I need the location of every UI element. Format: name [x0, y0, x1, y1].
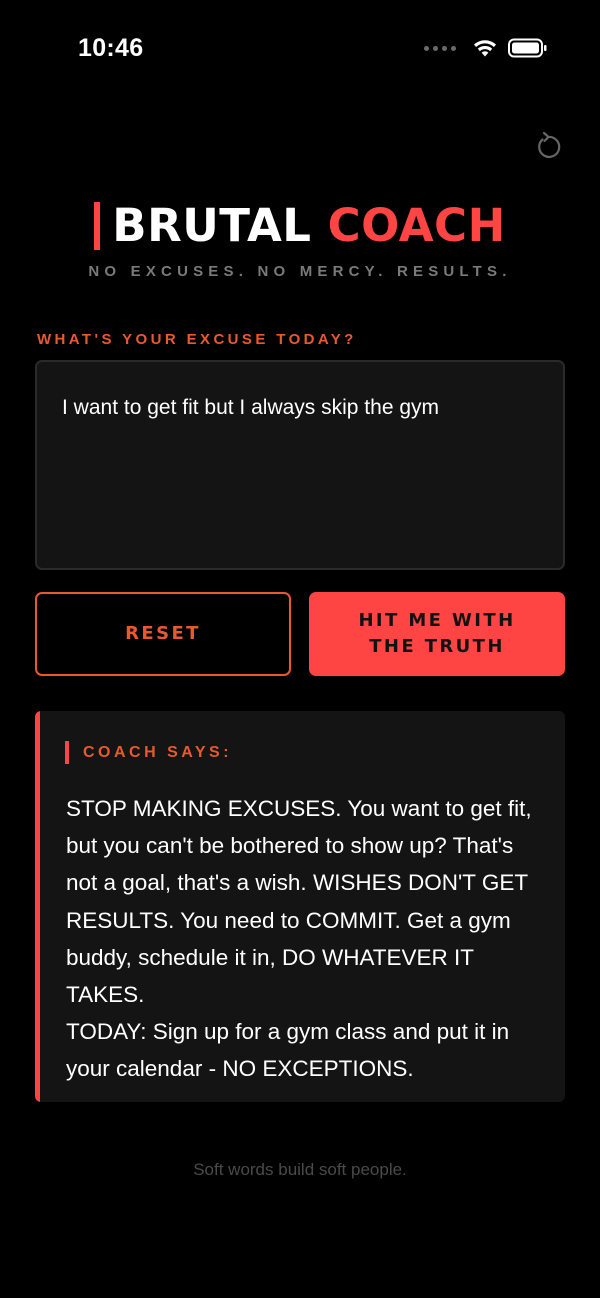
reset-button[interactable]: RESET: [35, 592, 291, 676]
refresh-button[interactable]: [534, 130, 562, 160]
status-bar: 10:46: [0, 0, 600, 96]
reset-button-label: RESET: [125, 623, 201, 644]
cellular-signal-icon: [424, 45, 456, 51]
app-screen: 10:46 BRUTAL COACH NO EXCUSES. NO MERCY.…: [0, 0, 600, 1298]
title-text: BRUTAL COACH: [112, 198, 505, 254]
truth-button-line1: HIT ME WITH: [358, 610, 516, 631]
truth-button-label: HIT ME WITH THE TRUTH: [358, 608, 515, 660]
excuse-label: WHAT'S YOUR EXCUSE TODAY?: [37, 331, 357, 348]
coach-card-accent-bar: [35, 711, 40, 1102]
coach-response-card: COACH SAYS: STOP MAKING EXCUSES. You wan…: [35, 711, 565, 1102]
hit-me-with-the-truth-button[interactable]: HIT ME WITH THE TRUTH: [309, 592, 565, 676]
coach-header-bar: [65, 741, 69, 764]
title-accent-bar: [94, 202, 101, 250]
status-icons: [424, 38, 548, 58]
app-title: BRUTAL COACH: [0, 198, 600, 254]
footer-quote: Soft words build soft people.: [193, 1160, 407, 1179]
coach-action-text: TODAY: Sign up for a gym class and put i…: [66, 1019, 510, 1082]
title-word-coach: COACH: [327, 199, 506, 252]
status-time: 10:46: [78, 34, 144, 62]
title-word-brutal: BRUTAL: [112, 199, 312, 252]
excuse-input[interactable]: I want to get fit but I always skip the …: [35, 360, 565, 570]
coach-message: STOP MAKING EXCUSES. You want to get fit…: [66, 790, 544, 1088]
tagline: NO EXCUSES. NO MERCY. RESULTS.: [88, 263, 512, 280]
coach-message-text: STOP MAKING EXCUSES. You want to get fit…: [66, 796, 532, 1008]
battery-icon: [508, 38, 547, 58]
wifi-icon: [474, 40, 496, 57]
coach-says-label: COACH SAYS:: [83, 743, 233, 761]
refresh-icon: [538, 131, 561, 158]
truth-button-line2: THE TRUTH: [369, 636, 505, 657]
coach-header: COACH SAYS:: [65, 741, 232, 764]
